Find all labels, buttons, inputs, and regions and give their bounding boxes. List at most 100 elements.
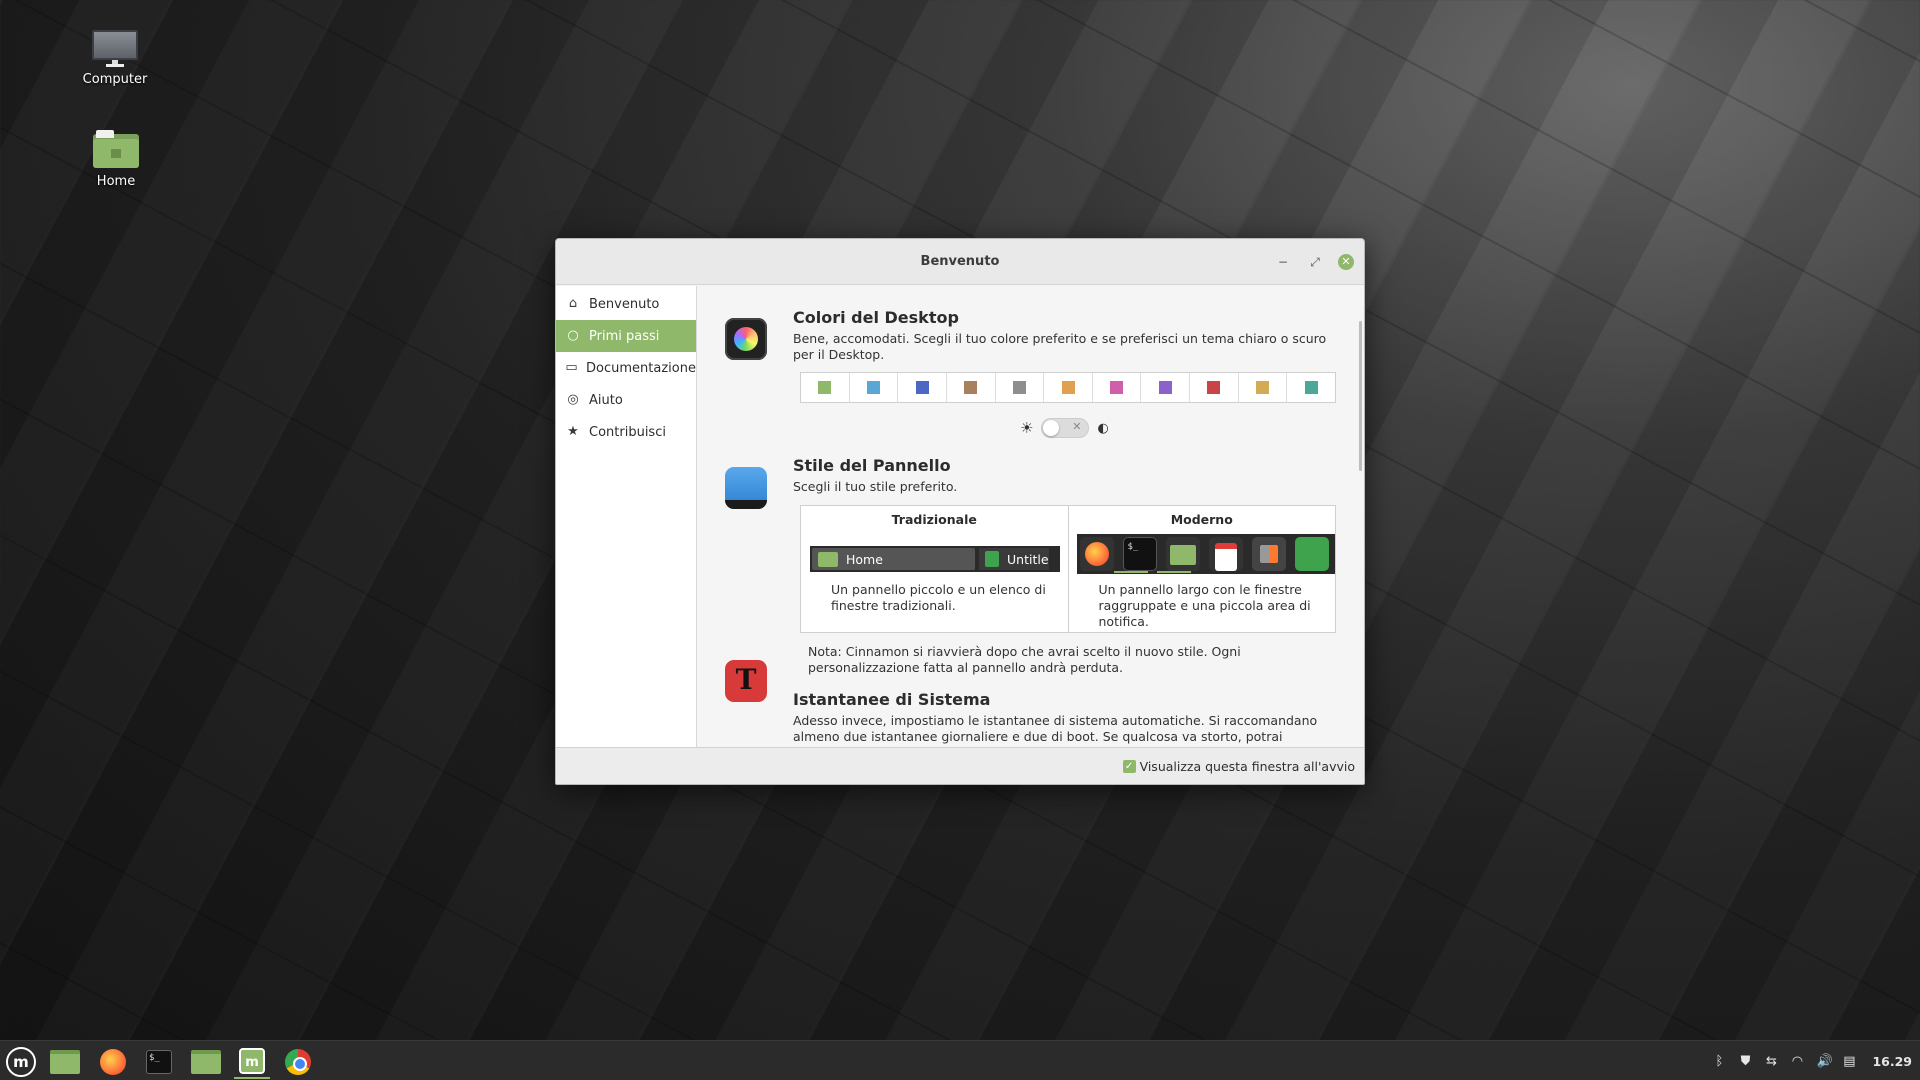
color-swatch[interactable] [947, 373, 996, 402]
shield-icon[interactable]: ⛊ [1738, 1054, 1752, 1069]
folder-icon [818, 551, 838, 567]
swatch-color [1207, 381, 1221, 394]
taskbar-files-window[interactable] [188, 1045, 224, 1079]
taskbar-firefox-launcher[interactable] [95, 1045, 131, 1079]
swatch-color [1256, 381, 1270, 394]
firefox-icon [1079, 537, 1114, 571]
panel-style-modern[interactable]: Moderno $_ Un pannello largo con le fine… [1069, 506, 1335, 632]
volume-icon[interactable]: 🔊 [1816, 1054, 1832, 1069]
mint-logo-icon: m [6, 1047, 36, 1077]
color-swatch[interactable] [1239, 373, 1288, 402]
calendar-icon [1208, 537, 1243, 571]
desktop-icon-computer[interactable]: Computer [55, 30, 175, 87]
sidebar-item-primi-passi[interactable]: ○ Primi passi [556, 320, 696, 352]
section-title-snapshots: Istantanee di Sistema [793, 690, 991, 709]
home-folder-icon [93, 130, 139, 168]
sidebar-item-benvenuto[interactable]: ⌂ Benvenuto [556, 288, 696, 320]
sidebar-item-label: Primi passi [589, 328, 660, 344]
terminal-icon: $_ [146, 1050, 172, 1074]
section-desc-snapshots: Adesso invece, impostiamo le istantanee … [793, 713, 1318, 748]
taskbar-files-launcher[interactable] [47, 1045, 83, 1079]
panel-style-options: Tradizionale Home Untitle Un pannello pi… [800, 505, 1336, 633]
welcome-window: Benvenuto − ⤢ ✕ ⌂ Benvenuto ○ Primi pass… [555, 238, 1365, 785]
style-name: Moderno [1170, 512, 1233, 527]
swatch-color [915, 381, 929, 394]
panel-style-traditional[interactable]: Tradizionale Home Untitle Un pannello pi… [801, 506, 1069, 632]
color-swatch[interactable] [1287, 373, 1335, 402]
panel-style-note: Nota: Cinnamon si riavvierà dopo che avr… [808, 644, 1241, 675]
mint-welcome-icon: m [239, 1048, 265, 1074]
swatch-color [1061, 381, 1075, 394]
color-swatch[interactable] [1141, 373, 1191, 402]
sidebar-item-label: Documentazione [586, 360, 696, 376]
dark-theme-switch[interactable]: ✕ [1041, 418, 1090, 438]
folder-icon [50, 1050, 80, 1074]
taskbar-terminal-launcher[interactable]: $_ [141, 1045, 177, 1079]
section-desc-colors: Bene, accomodati. Scegli il tuo colore p… [793, 331, 1327, 362]
menu-button[interactable]: m [3, 1045, 39, 1079]
chrome-icon [285, 1049, 311, 1075]
minimize-button[interactable]: − [1274, 253, 1292, 271]
preview-window-item: Home [812, 548, 975, 570]
desktop-icon-label: Home [96, 174, 136, 189]
clock[interactable]: 16.29 [1872, 1054, 1912, 1069]
preview-item-label: Untitle [1007, 551, 1049, 567]
taskbar: m $_ m ᛒ ⛊ ⇆ ◠ 🔊 ▤ 16.29 [0, 1040, 1920, 1080]
clipboard-icon[interactable]: ▤ [1842, 1054, 1856, 1069]
color-swatch[interactable] [850, 373, 899, 402]
show-on-startup-checkbox[interactable]: ✓ [1122, 759, 1136, 773]
section-desc-panel: Scegli il tuo stile preferito. [793, 479, 958, 494]
swatch-color [866, 381, 880, 394]
spreadsheet-icon [985, 551, 999, 567]
content-scrollbar[interactable] [1359, 321, 1362, 471]
show-on-startup-label[interactable]: Visualizza questa finestra all'avvio [1140, 759, 1355, 774]
color-swatch[interactable] [898, 373, 947, 402]
switch-knob [1043, 420, 1060, 436]
lifebuoy-icon: ◎ [567, 392, 579, 407]
terminal-icon: $_ [1122, 537, 1157, 571]
star-icon: ★ [567, 424, 579, 439]
sidebar-item-documentazione[interactable]: ▭ Documentazione [556, 352, 696, 384]
taskbar-welcome-window[interactable]: m [234, 1045, 270, 1079]
swatch-color [1304, 381, 1318, 394]
active-indicator [1113, 571, 1148, 573]
network-icon[interactable]: ⇆ [1764, 1054, 1778, 1069]
maximize-button[interactable]: ⤢ [1306, 253, 1324, 271]
window-title: Benvenuto [920, 254, 1000, 269]
content-area[interactable]: Colori del Desktop Bene, accomodati. Sce… [698, 286, 1364, 748]
style-desc: Un pannello largo con le finestre raggru… [1098, 582, 1311, 629]
style-desc: Un pannello piccolo e un elenco di fines… [831, 582, 1046, 613]
traditional-preview: Home Untitle [810, 546, 1060, 572]
sidebar-item-label: Benvenuto [589, 296, 660, 312]
desktop-icon-label: Computer [82, 72, 148, 87]
style-name: Tradizionale [891, 512, 977, 527]
active-indicator [1156, 571, 1191, 573]
color-swatch[interactable] [996, 373, 1045, 402]
wifi-icon[interactable]: ◠ [1790, 1054, 1804, 1069]
sidebar-item-aiuto[interactable]: ◎ Aiuto [556, 384, 696, 416]
color-swatch[interactable] [1190, 373, 1239, 402]
section-title-colors: Colori del Desktop [793, 308, 959, 327]
bluetooth-icon[interactable]: ᛒ [1712, 1054, 1726, 1069]
system-tray: ᛒ ⛊ ⇆ ◠ 🔊 ▤ 16.29 [1712, 1041, 1912, 1080]
switch-off-mark: ✕ [1072, 420, 1082, 433]
close-button[interactable]: ✕ [1338, 254, 1354, 270]
window-titlebar[interactable]: Benvenuto − ⤢ ✕ [556, 239, 1364, 285]
color-swatches [800, 372, 1336, 403]
color-swatch[interactable] [1093, 373, 1142, 402]
swatch-color [1158, 381, 1172, 394]
desktop-icon-home[interactable]: Home [56, 130, 176, 189]
computer-icon [92, 30, 138, 67]
home-icon: ⌂ [568, 296, 578, 311]
timeshift-letter: T [735, 663, 757, 696]
sidebar-item-contribuisci[interactable]: ★ Contribuisci [556, 416, 696, 448]
color-swatch[interactable] [1044, 373, 1093, 402]
lightbulb-icon: ○ [567, 328, 579, 343]
swatch-color [964, 381, 978, 394]
theme-toggle-row: ☀ ✕ ◐ [1020, 418, 1109, 438]
swatch-color [818, 381, 832, 394]
taskbar-chrome-window[interactable] [280, 1045, 316, 1079]
panel-style-icon [725, 467, 767, 509]
modern-preview: $_ [1076, 534, 1335, 574]
color-swatch[interactable] [801, 373, 850, 402]
